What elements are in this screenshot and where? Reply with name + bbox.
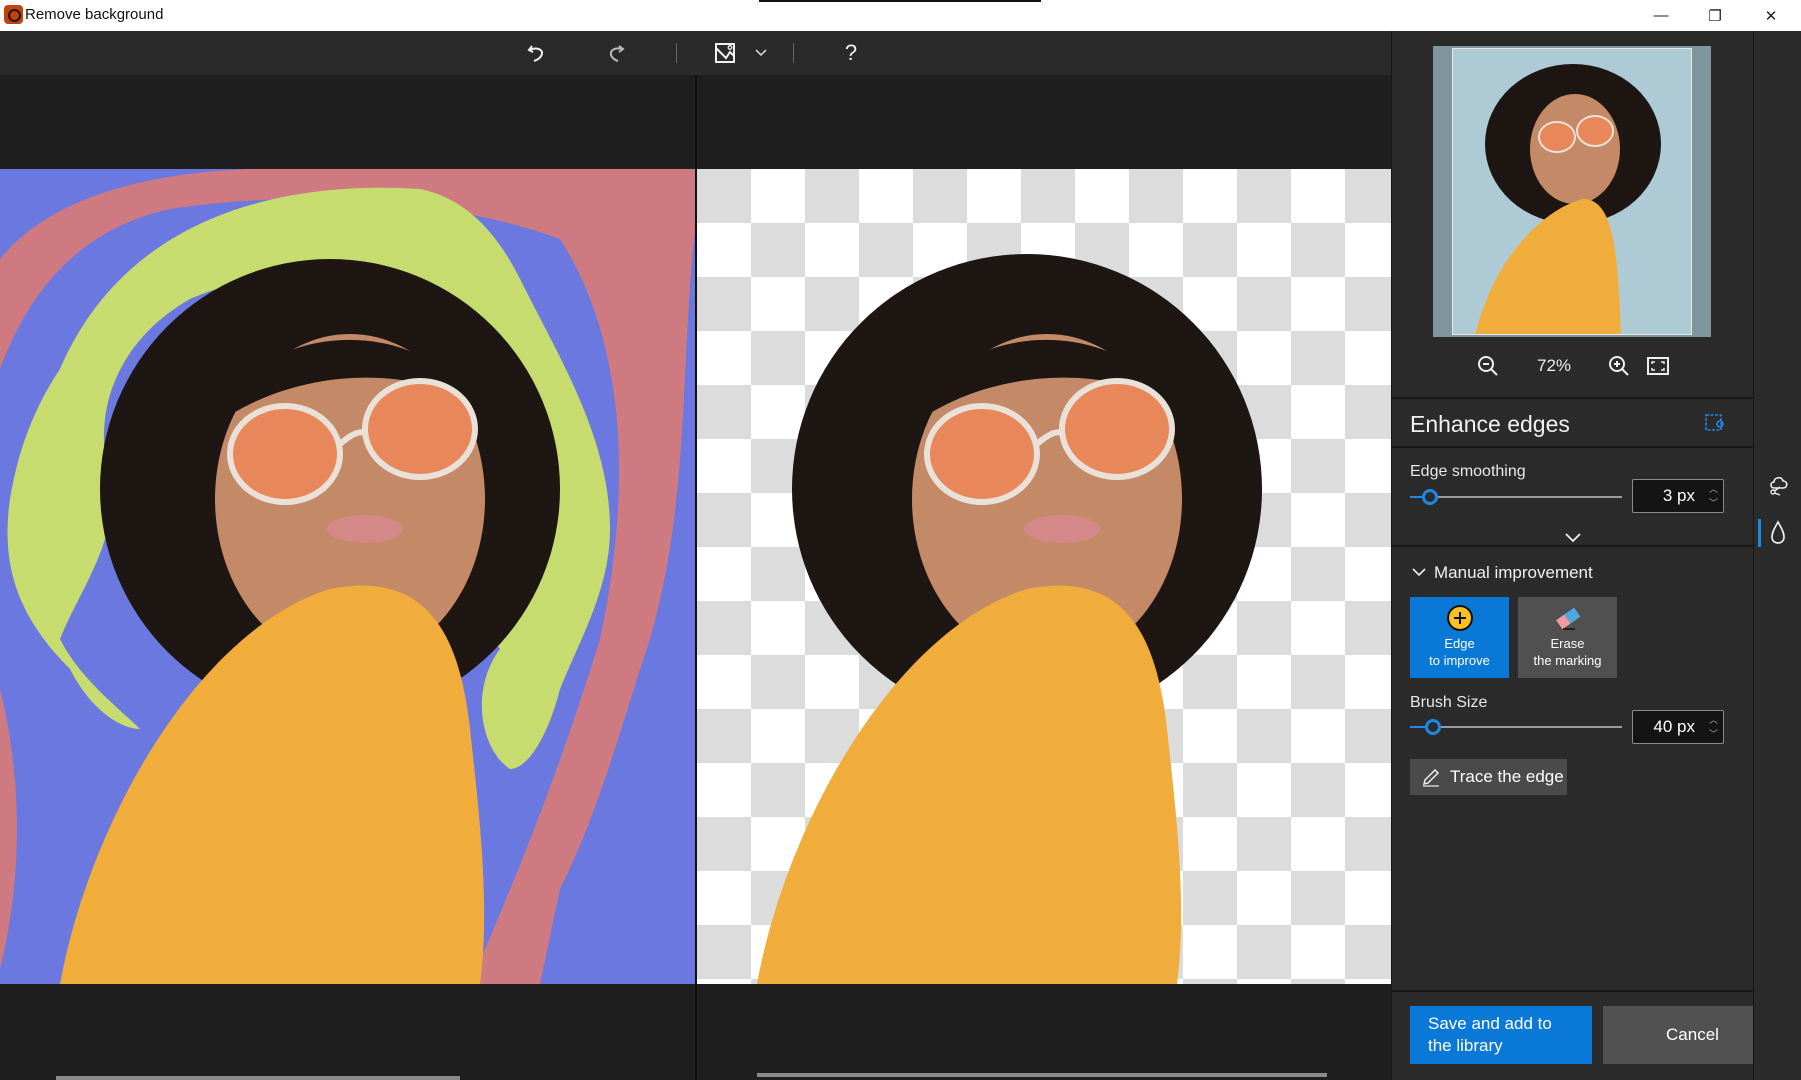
fit-to-screen-icon (1647, 357, 1669, 375)
cancel-label: Cancel (1666, 1025, 1719, 1044)
tool-label-line2: the marking (1533, 653, 1602, 668)
navigator-thumbnail[interactable] (1452, 48, 1692, 335)
rail-refine-button[interactable] (1768, 520, 1788, 546)
spin-up-icon[interactable]: ︿ (1709, 482, 1718, 496)
section-divider (1392, 545, 1753, 547)
right-horizontal-scrollbar[interactable] (757, 1073, 1327, 1077)
add-circle-icon (1446, 605, 1473, 631)
brush-size-label: Brush Size (1410, 694, 1488, 711)
result-image-view[interactable] (697, 169, 1391, 984)
edge-smoothing-input[interactable]: 3 px ︿ ﹀ (1632, 479, 1724, 513)
toolbar: ? (0, 31, 1391, 75)
view-mode-dropdown[interactable] (745, 37, 777, 69)
slider-thumb[interactable] (1422, 489, 1438, 505)
undo-button[interactable] (521, 37, 553, 69)
slider-fill (1410, 496, 1422, 498)
section-divider (1392, 446, 1753, 448)
tool-label-line1: Erase (1550, 636, 1585, 651)
redo-icon (609, 45, 625, 62)
slider-track (1410, 496, 1622, 498)
view-mode-button[interactable] (709, 37, 741, 69)
redo-button[interactable] (601, 37, 633, 69)
undo-icon (527, 45, 544, 62)
marking-overlay (0, 169, 695, 984)
brush-size-value: 40 px (1653, 717, 1695, 736)
manual-improvement-header[interactable]: Manual improvement (1410, 563, 1610, 585)
close-button[interactable]: ✕ (1748, 0, 1794, 31)
section-divider (1392, 397, 1753, 399)
zoom-out-button[interactable] (1476, 354, 1500, 378)
fit-to-screen-button[interactable] (1647, 357, 1669, 375)
chevron-down-icon (1565, 533, 1581, 543)
spin-arrows[interactable]: ︿ ﹀ (1709, 713, 1718, 741)
cloud-cut-icon (1770, 476, 1788, 496)
eraser-icon (1555, 607, 1580, 630)
restore-button[interactable]: ❐ (1692, 0, 1738, 31)
original-image-marking-view[interactable] (0, 169, 695, 984)
tool-rail (1753, 31, 1801, 1080)
app-logo-icon (4, 5, 23, 24)
tool-label-line1: Edge (1444, 636, 1475, 651)
zoom-out-icon (1478, 356, 1498, 376)
footer-divider (1392, 990, 1801, 992)
title-drag-indicator (759, 0, 1041, 2)
brush-size-slider[interactable] (1410, 718, 1622, 736)
spin-arrows[interactable]: ︿ ﹀ (1709, 482, 1718, 510)
edge-smoothing-slider[interactable] (1410, 488, 1622, 506)
image-compare-icon (715, 43, 735, 63)
minimize-button[interactable]: — (1638, 0, 1684, 31)
edge-preview-toggle[interactable] (1705, 414, 1725, 432)
slider-thumb[interactable] (1425, 719, 1441, 735)
chevron-down-icon (1412, 568, 1426, 577)
spin-up-icon[interactable]: ︿ (1709, 713, 1718, 727)
trace-edge-label: Trace the edge (1450, 767, 1564, 786)
erase-marking-button[interactable]: Erase the marking (1518, 597, 1617, 678)
result-cutout (757, 254, 1262, 984)
tool-label-line2: to improve (1429, 653, 1490, 668)
drop-icon (1771, 520, 1785, 544)
spin-down-icon[interactable]: ﹀ (1709, 496, 1718, 510)
manual-improvement-title: Manual improvement (1434, 563, 1593, 582)
pencil-icon (1422, 768, 1440, 787)
edge-smoothing-label: Edge smoothing (1410, 463, 1526, 480)
minimize-icon: — (1653, 7, 1669, 24)
rail-background-removal-button[interactable] (1767, 474, 1791, 498)
brush-size-input[interactable]: 40 px ︿ ﹀ (1632, 710, 1724, 744)
save-to-library-button[interactable]: Save and add to the library (1410, 1006, 1592, 1064)
save-label: Save and add to the library (1428, 1014, 1552, 1055)
zoom-level: 72% (1536, 356, 1572, 375)
toolbar-separator (676, 43, 677, 63)
edge-to-improve-button[interactable]: Edge to improve (1410, 597, 1509, 678)
zoom-in-icon (1609, 356, 1629, 376)
toolbar-separator (793, 43, 794, 63)
edge-smoothing-value: 3 px (1662, 486, 1695, 505)
spin-down-icon[interactable]: ﹀ (1709, 727, 1718, 741)
slider-fill (1410, 726, 1426, 728)
rail-active-indicator (1758, 519, 1761, 547)
help-button[interactable]: ? (835, 37, 867, 69)
title-bar: Remove background — ❐ ✕ (0, 0, 1801, 31)
edge-marker-icon (1705, 414, 1724, 431)
close-icon: ✕ (1764, 7, 1778, 25)
help-icon: ? (844, 40, 858, 65)
thumbnail-image (1453, 49, 1691, 334)
zoom-in-button[interactable] (1607, 354, 1631, 378)
enhance-edges-title: Enhance edges (1410, 411, 1570, 437)
expand-options-button[interactable] (1565, 530, 1581, 543)
chevron-down-icon (755, 49, 767, 57)
slider-track (1410, 726, 1622, 728)
trace-edge-button[interactable]: Trace the edge (1410, 759, 1567, 795)
restore-icon: ❐ (1708, 7, 1722, 25)
window-title: Remove background (25, 6, 164, 23)
left-horizontal-scrollbar[interactable] (56, 1076, 460, 1080)
